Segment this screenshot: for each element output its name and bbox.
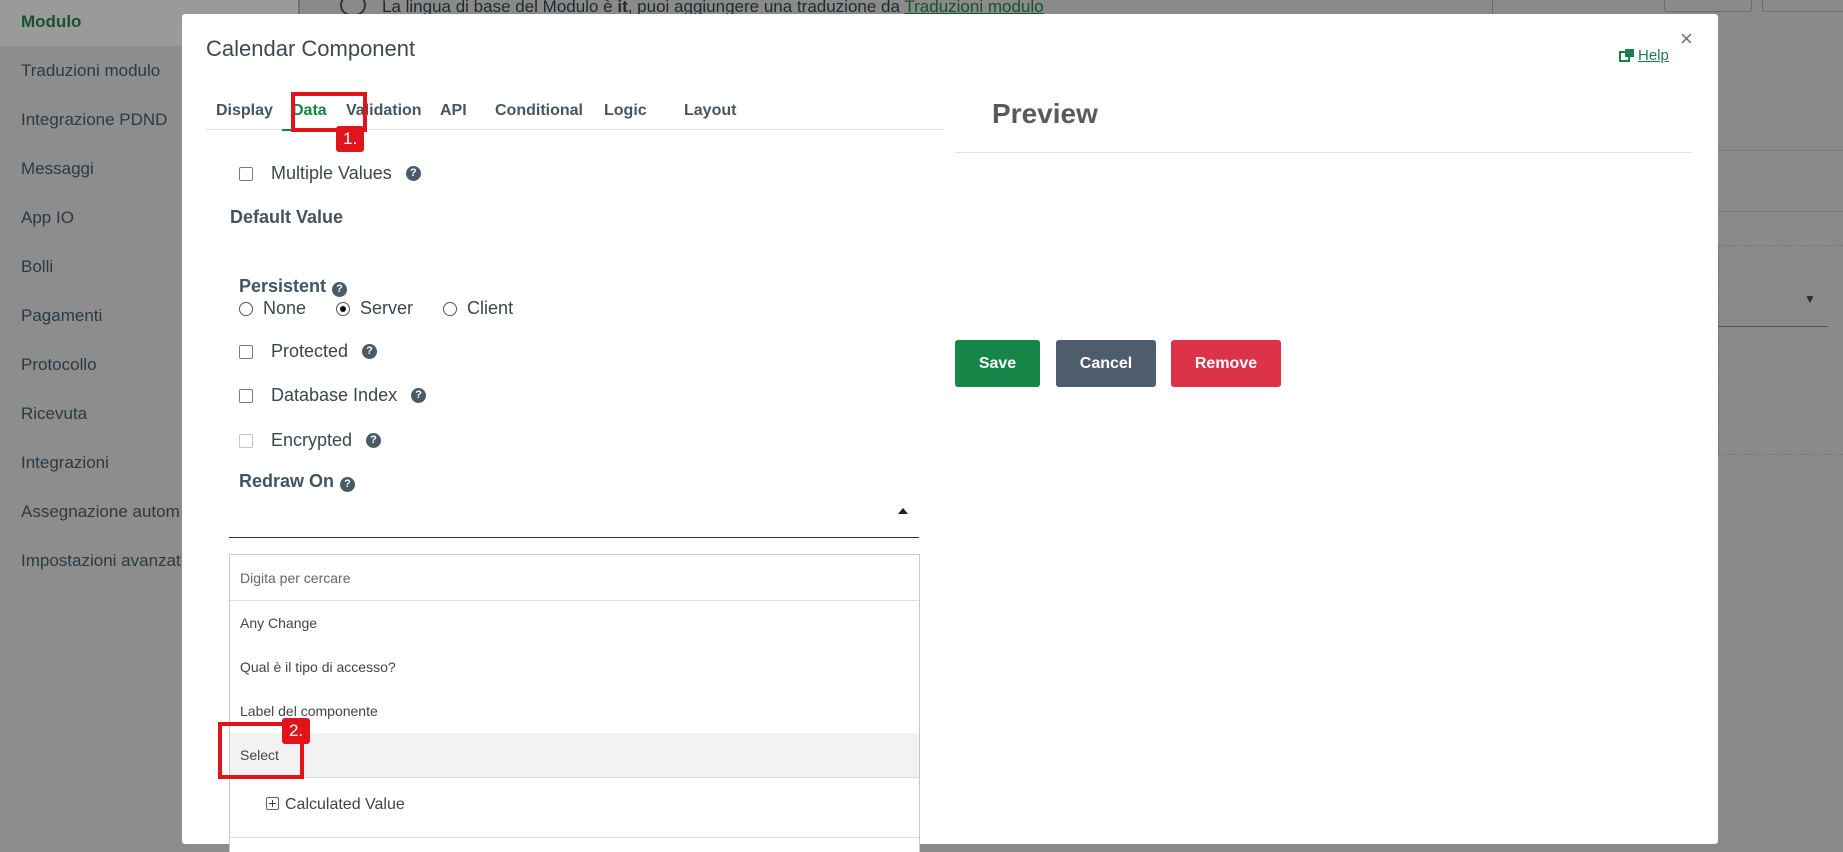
dropdown-option-label-componente[interactable]: Label del componente — [230, 689, 919, 733]
background-panel-dashed — [1718, 245, 1843, 455]
help-question-icon: ? — [332, 282, 348, 297]
caret-down-icon: ▼ — [1804, 292, 1816, 306]
protected-row: Protected ? — [239, 341, 378, 362]
modal-title: Calendar Component — [206, 36, 416, 61]
dropdown-option-any-change[interactable]: Any Change — [230, 601, 919, 645]
sidebar-item-pagamenti[interactable]: Pagamenti — [21, 306, 102, 326]
dropdown-option-tipo-accesso[interactable]: Qual è il tipo di accesso? — [230, 645, 919, 689]
radio-server-circle[interactable] — [336, 301, 351, 316]
radio-none-label: None — [263, 298, 307, 318]
background-select-line — [1718, 326, 1828, 327]
background-divider — [1492, 0, 1493, 14]
tab-display[interactable]: Display — [206, 100, 283, 130]
help-question-icon: ? — [362, 344, 378, 359]
help-question-icon: ? — [340, 477, 356, 492]
expand-plus-icon[interactable] — [266, 797, 279, 810]
sidebar-item-bolli[interactable]: Bolli — [21, 257, 53, 277]
sidebar-item-traduzioni-modulo[interactable]: Traduzioni modulo — [21, 61, 160, 81]
sidebar-item-app-io[interactable]: App IO — [21, 208, 74, 228]
help-link[interactable]: Help — [1619, 47, 1669, 64]
panel-divider — [230, 837, 919, 838]
radio-none-circle[interactable] — [239, 301, 253, 316]
help-question-icon: ? — [405, 166, 421, 181]
multiple-values-checkbox[interactable] — [239, 166, 253, 181]
database-index-label: Database Index — [271, 385, 398, 405]
tab-layout[interactable]: Layout — [674, 100, 746, 130]
dropdown-option-select[interactable]: Select — [230, 733, 919, 777]
encrypted-row: Encrypted ? — [239, 430, 382, 451]
tab-logic[interactable]: Logic — [594, 100, 657, 130]
external-link-icon — [1619, 49, 1634, 62]
preview-title: Preview — [992, 98, 1098, 129]
sidebar-item-ricevuta[interactable]: Ricevuta — [21, 404, 87, 424]
radio-server[interactable]: Server — [336, 298, 413, 319]
close-button[interactable]: × — [1680, 28, 1693, 50]
help-label: Help — [1638, 47, 1669, 64]
radio-server-label: Server — [360, 298, 414, 318]
multiple-values-row: Multiple Values ? — [239, 163, 421, 184]
cancel-button[interactable]: Cancel — [1056, 340, 1156, 387]
help-question-icon: ? — [411, 388, 427, 403]
help-question-icon: ? — [366, 433, 382, 448]
background-panel — [1718, 150, 1843, 212]
sidebar-item-messaggi[interactable]: Messaggi — [21, 159, 94, 179]
calculated-value-panel[interactable]: Calculated Value — [230, 777, 919, 837]
database-index-checkbox[interactable] — [239, 388, 253, 403]
redraw-on-text: Redraw On — [239, 471, 335, 491]
radio-none[interactable]: None — [239, 298, 306, 319]
tab-api[interactable]: API — [430, 100, 477, 130]
preview-divider — [955, 152, 1692, 153]
annotation-tag-2: 2. — [282, 718, 311, 744]
sidebar-item-protocollo[interactable]: Protocollo — [21, 355, 97, 375]
sidebar-item-modulo[interactable]: Modulo — [21, 12, 81, 32]
caret-up-icon[interactable] — [898, 508, 908, 514]
remove-button[interactable]: Remove — [1171, 340, 1281, 387]
dropdown-search-input[interactable]: Digita per cercare — [230, 555, 919, 601]
database-index-row: Database Index ? — [239, 385, 427, 406]
sidebar-item-assegnazione[interactable]: Assegnazione autom — [21, 502, 180, 522]
sidebar-item-integrazioni[interactable]: Integrazioni — [21, 453, 109, 473]
protected-checkbox[interactable] — [239, 344, 253, 359]
redraw-on-select[interactable] — [229, 494, 919, 538]
background-button — [1664, 0, 1752, 12]
default-value-label: Default Value — [230, 207, 344, 227]
annotation-tag-1: 1. — [336, 126, 365, 152]
persistent-label: Persistent? — [239, 276, 348, 297]
tab-conditional[interactable]: Conditional — [485, 100, 593, 130]
encrypted-label: Encrypted — [271, 430, 353, 450]
radio-client[interactable]: Client — [443, 298, 513, 319]
redraw-on-dropdown: Digita per cercare Any Change Qual è il … — [229, 554, 920, 852]
multiple-values-label: Multiple Values — [271, 163, 392, 183]
calculated-value-label: Calculated Value — [285, 796, 405, 813]
protected-label: Protected — [271, 341, 349, 361]
radio-client-label: Client — [467, 298, 514, 318]
save-button[interactable]: Save — [955, 340, 1040, 387]
redraw-on-label: Redraw On? — [239, 471, 356, 492]
sidebar-item-integrazione-pdnd[interactable]: Integrazione PDND — [21, 110, 167, 130]
encrypted-checkbox — [239, 433, 253, 448]
persistent-text: Persistent — [239, 276, 327, 296]
radio-client-circle[interactable] — [443, 301, 458, 316]
persistent-radio-group: None Server Client — [239, 298, 543, 319]
background-button — [1762, 0, 1843, 12]
sidebar-item-impostazioni[interactable]: Impostazioni avanzat — [21, 551, 181, 571]
